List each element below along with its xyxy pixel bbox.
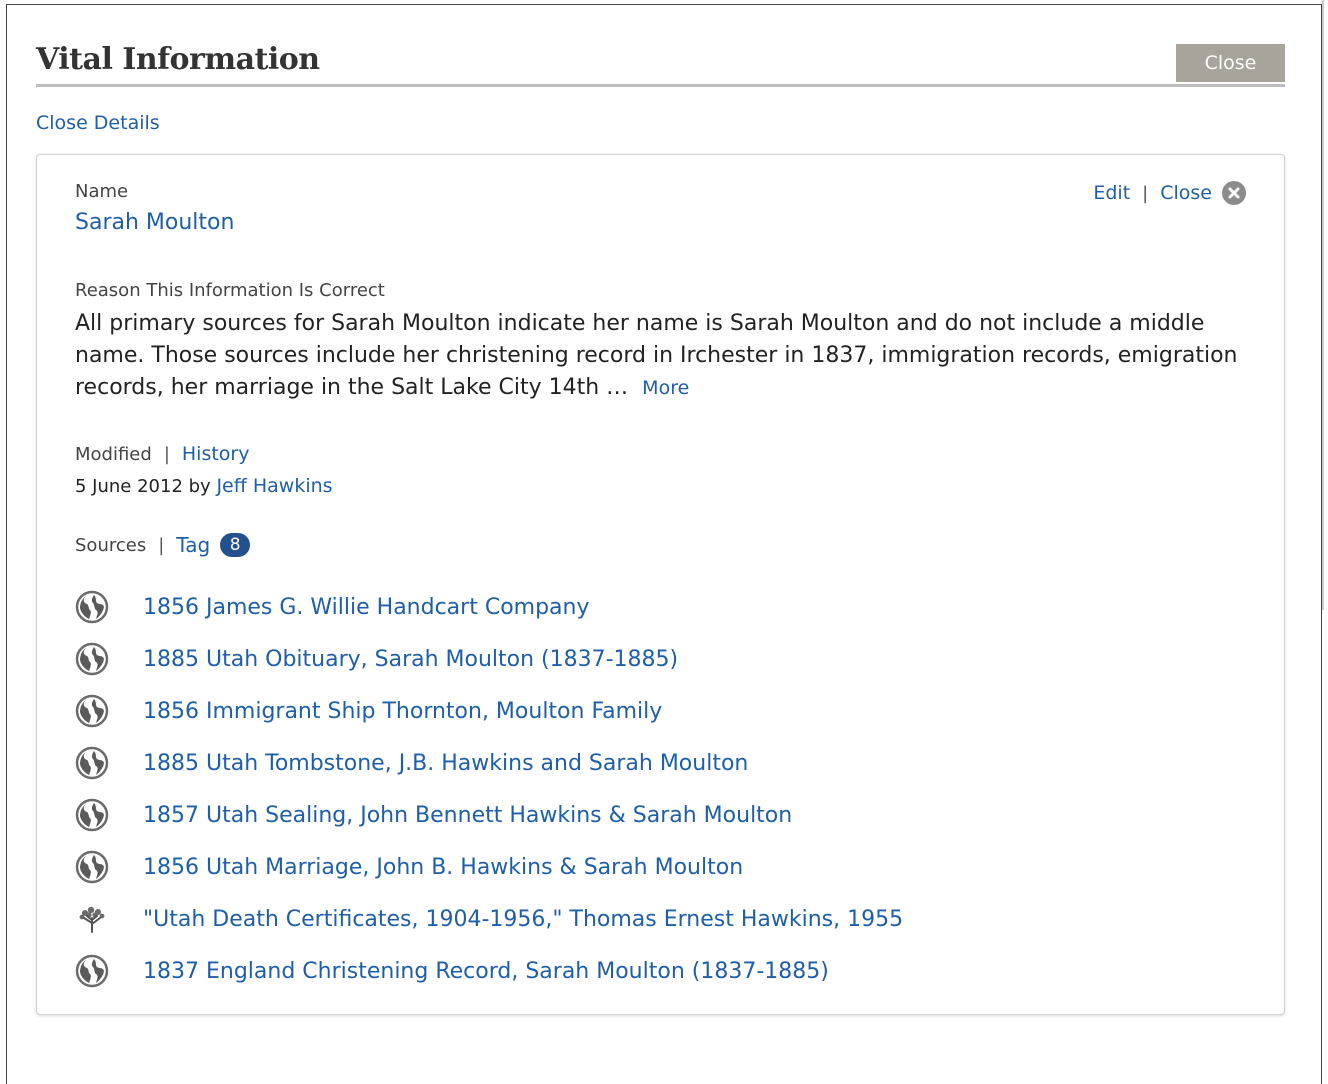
source-link[interactable]: 1885 Utah Tombstone, J.B. Hawkins and Sa… [143,751,748,776]
scrollbar-edge [1322,0,1324,610]
modified-by-link[interactable]: Jeff Hawkins [216,475,332,497]
globe-icon [75,798,109,832]
tree-icon [75,902,109,936]
edit-link[interactable]: Edit [1093,182,1130,204]
globe-icon [75,746,109,780]
separator: | [1142,182,1149,204]
globe-icon [75,954,109,988]
source-item: "Utah Death Certificates, 1904-1956," Th… [75,893,903,945]
modified-date: 5 June 2012 by [75,476,211,497]
close-icon[interactable] [1222,181,1246,205]
more-link[interactable]: More [642,377,689,399]
source-item: 1885 Utah Tombstone, J.B. Hawkins and Sa… [75,737,903,789]
page-title: Vital Information [36,42,320,77]
close-details-link[interactable]: Close Details [36,112,160,134]
modified-row: Modified | History [75,443,250,465]
source-item: 1885 Utah Obituary, Sarah Moulton (1837-… [75,633,903,685]
sources-label: Sources [75,534,147,556]
detail-card: Edit | Close Name Sarah Moulton Reason T… [36,154,1285,1015]
sources-row: Sources | Tag 8 [75,533,251,557]
source-item: 1856 James G. Willie Handcart Company [75,581,903,633]
reason-label: Reason This Information Is Correct [75,280,385,301]
tag-link[interactable]: Tag [176,533,210,557]
globe-icon [75,694,109,728]
globe-icon [75,590,109,624]
separator: | [163,443,170,465]
header-close-button[interactable]: Close [1176,44,1285,82]
source-link[interactable]: 1857 Utah Sealing, John Bennett Hawkins … [143,803,792,828]
reason-text: All primary sources for Sarah Moulton in… [75,308,1255,404]
globe-icon [75,850,109,884]
tag-count-badge: 8 [220,533,251,557]
modified-label: Modified [75,443,152,465]
section-header: Vital Information Close [36,40,1285,87]
source-item: 1857 Utah Sealing, John Bennett Hawkins … [75,789,903,841]
source-item: 1837 England Christening Record, Sarah M… [75,945,903,997]
source-link[interactable]: 1856 Immigrant Ship Thornton, Moulton Fa… [143,699,662,724]
name-label: Name [75,181,129,202]
globe-icon [75,642,109,676]
separator: | [158,534,165,556]
source-item: 1856 Immigrant Ship Thornton, Moulton Fa… [75,685,903,737]
name-value-link[interactable]: Sarah Moulton [75,210,234,235]
card-close-link[interactable]: Close [1160,182,1212,204]
source-item: 1856 Utah Marriage, John B. Hawkins & Sa… [75,841,903,893]
card-actions: Edit | Close [1093,181,1246,205]
source-link[interactable]: 1885 Utah Obituary, Sarah Moulton (1837-… [143,647,678,672]
source-link[interactable]: 1856 Utah Marriage, John B. Hawkins & Sa… [143,855,743,880]
source-link[interactable]: 1837 England Christening Record, Sarah M… [143,959,829,984]
source-link[interactable]: 1856 James G. Willie Handcart Company [143,595,590,620]
history-link[interactable]: History [182,443,250,465]
source-link[interactable]: "Utah Death Certificates, 1904-1956," Th… [143,907,903,932]
modified-info: 5 June 2012 by Jeff Hawkins [75,475,333,497]
sources-list: 1856 James G. Willie Handcart Company 188… [75,581,903,997]
